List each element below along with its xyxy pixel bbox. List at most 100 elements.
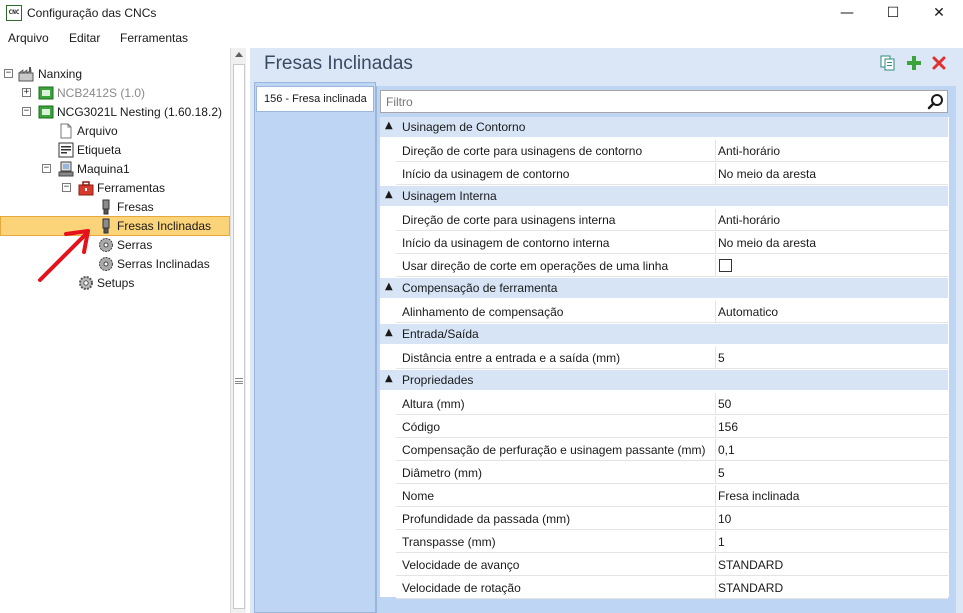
column-divider[interactable] xyxy=(715,439,716,461)
tree-label-ncg3021l: NCG3021L Nesting (1.60.18.2) xyxy=(57,105,222,119)
column-divider[interactable] xyxy=(715,462,716,484)
expand-icon[interactable]: + xyxy=(22,88,31,97)
tree-panel xyxy=(0,48,246,613)
search-icon[interactable] xyxy=(927,93,945,111)
factory-icon xyxy=(18,67,34,82)
machine-icon xyxy=(58,161,74,177)
annotation-arrow-icon xyxy=(38,229,90,282)
tree-label-etiqueta: Etiqueta xyxy=(77,143,122,157)
tree-scrollbar[interactable] xyxy=(230,48,246,613)
collapse-chevron-icon[interactable]: ▲ xyxy=(385,120,393,131)
property-value[interactable]: Anti-horário xyxy=(718,213,780,227)
property-name: Alinhamento de compensação xyxy=(402,305,564,319)
column-divider[interactable] xyxy=(715,255,716,277)
column-divider[interactable] xyxy=(715,163,716,185)
property-name: Início da usinagem de contorno xyxy=(402,167,570,181)
add-icon[interactable] xyxy=(906,55,922,71)
column-divider[interactable] xyxy=(715,485,716,507)
property-value[interactable]: 1 xyxy=(718,535,725,549)
category-label: Entrada/Saída xyxy=(402,327,479,341)
file-icon xyxy=(60,123,72,139)
category-label: Usinagem Interna xyxy=(402,189,497,203)
property-value[interactable]: 156 xyxy=(718,420,738,434)
property-value[interactable]: No meio da aresta xyxy=(718,236,816,250)
collapse-chevron-icon[interactable]: ▲ xyxy=(385,373,393,384)
window-title: Configuração das CNCs xyxy=(27,6,157,20)
collapse-chevron-icon[interactable]: ▲ xyxy=(385,281,393,292)
property-name: Compensação de perfuração e usinagem pas… xyxy=(402,443,706,457)
menu-bar: Arquivo Editar Ferramentas xyxy=(0,26,963,48)
category-label: Usinagem de Contorno xyxy=(402,120,526,134)
column-divider[interactable] xyxy=(715,347,716,369)
tree-label-serras-inclinadas: Serras Inclinadas xyxy=(117,257,210,271)
scroll-thumb[interactable] xyxy=(233,64,245,609)
app-icon: CNC xyxy=(6,5,22,21)
column-divider[interactable] xyxy=(715,140,716,162)
menu-ferramentas[interactable]: Ferramentas xyxy=(120,31,188,45)
scroll-up-icon[interactable] xyxy=(235,52,243,57)
column-divider[interactable] xyxy=(715,232,716,254)
property-value[interactable]: STANDARD xyxy=(718,581,783,595)
delete-icon[interactable] xyxy=(931,55,947,71)
collapse-icon[interactable]: − xyxy=(42,164,51,173)
menu-arquivo[interactable]: Arquivo xyxy=(8,31,49,45)
column-divider[interactable] xyxy=(715,301,716,323)
property-name: Diâmetro (mm) xyxy=(402,466,482,480)
filter-input[interactable] xyxy=(380,90,948,113)
item-tab-156[interactable]: 156 - Fresa inclinada xyxy=(256,86,374,112)
panel-title: Fresas Inclinadas xyxy=(264,53,413,74)
tree-label-ferramentas: Ferramentas xyxy=(97,181,166,195)
column-divider[interactable] xyxy=(715,531,716,553)
collapse-chevron-icon[interactable]: ▲ xyxy=(385,327,393,338)
property-value[interactable]: Fresa inclinada xyxy=(718,489,799,503)
maximize-button[interactable]: ☐ xyxy=(870,0,916,26)
property-name: Direção de corte para usinagens de conto… xyxy=(402,144,643,158)
line-direction-checkbox[interactable] xyxy=(719,259,732,272)
property-value[interactable]: 50 xyxy=(718,397,731,411)
property-value[interactable]: 5 xyxy=(718,351,725,365)
property-value[interactable]: 10 xyxy=(718,512,731,526)
column-divider[interactable] xyxy=(715,577,716,599)
column-divider[interactable] xyxy=(715,393,716,415)
property-name: Código xyxy=(402,420,441,434)
tree-label-fresas-inclinadas: Fresas Inclinadas xyxy=(117,219,212,233)
property-row[interactable] xyxy=(396,485,948,507)
property-value[interactable]: STANDARD xyxy=(718,558,783,572)
column-divider[interactable] xyxy=(715,209,716,231)
minimize-button[interactable]: — xyxy=(824,0,870,26)
column-divider[interactable] xyxy=(715,508,716,530)
property-value[interactable]: Anti-horário xyxy=(718,144,780,158)
cnc-machine-icon xyxy=(38,105,54,119)
property-value[interactable]: 0,1 xyxy=(718,443,735,457)
close-button[interactable]: ✕ xyxy=(916,0,962,26)
category-label: Propriedades xyxy=(402,373,474,387)
collapse-icon[interactable]: − xyxy=(62,183,71,192)
collapse-icon[interactable]: − xyxy=(22,107,31,116)
property-row[interactable] xyxy=(396,416,948,438)
property-name: Distância entre a entrada e a saída (mm) xyxy=(402,351,621,365)
property-name: Altura (mm) xyxy=(402,397,465,411)
property-value[interactable]: Automatico xyxy=(718,305,778,319)
collapse-icon[interactable]: − xyxy=(4,69,13,78)
milling-tool-icon xyxy=(102,199,110,215)
tree-label-fresas: Fresas xyxy=(117,200,154,214)
menu-editar[interactable]: Editar xyxy=(69,31,100,45)
property-value[interactable]: 5 xyxy=(718,466,725,480)
column-divider[interactable] xyxy=(715,416,716,438)
toolbox-icon xyxy=(78,181,94,196)
splitter-grip-icon xyxy=(235,378,243,384)
collapse-chevron-icon[interactable]: ▲ xyxy=(385,189,393,200)
property-name: Nome xyxy=(402,489,435,503)
title-bar: CNC Configuração das CNCs — ☐ ✕ xyxy=(0,0,963,26)
label-icon xyxy=(58,142,74,158)
tree-label-arquivo: Arquivo xyxy=(77,124,118,138)
copy-icon[interactable] xyxy=(880,55,896,71)
column-divider[interactable] xyxy=(715,554,716,576)
cnc-machine-icon xyxy=(38,86,54,100)
property-value[interactable]: No meio da aresta xyxy=(718,167,816,181)
item-list xyxy=(254,82,376,613)
property-name: Início da usinagem de contorno interna xyxy=(402,236,610,250)
category-label: Compensação de ferramenta xyxy=(402,281,558,295)
property-row[interactable] xyxy=(396,393,948,415)
tree-label-ncb2412s: NCB2412S (1.0) xyxy=(57,86,146,100)
